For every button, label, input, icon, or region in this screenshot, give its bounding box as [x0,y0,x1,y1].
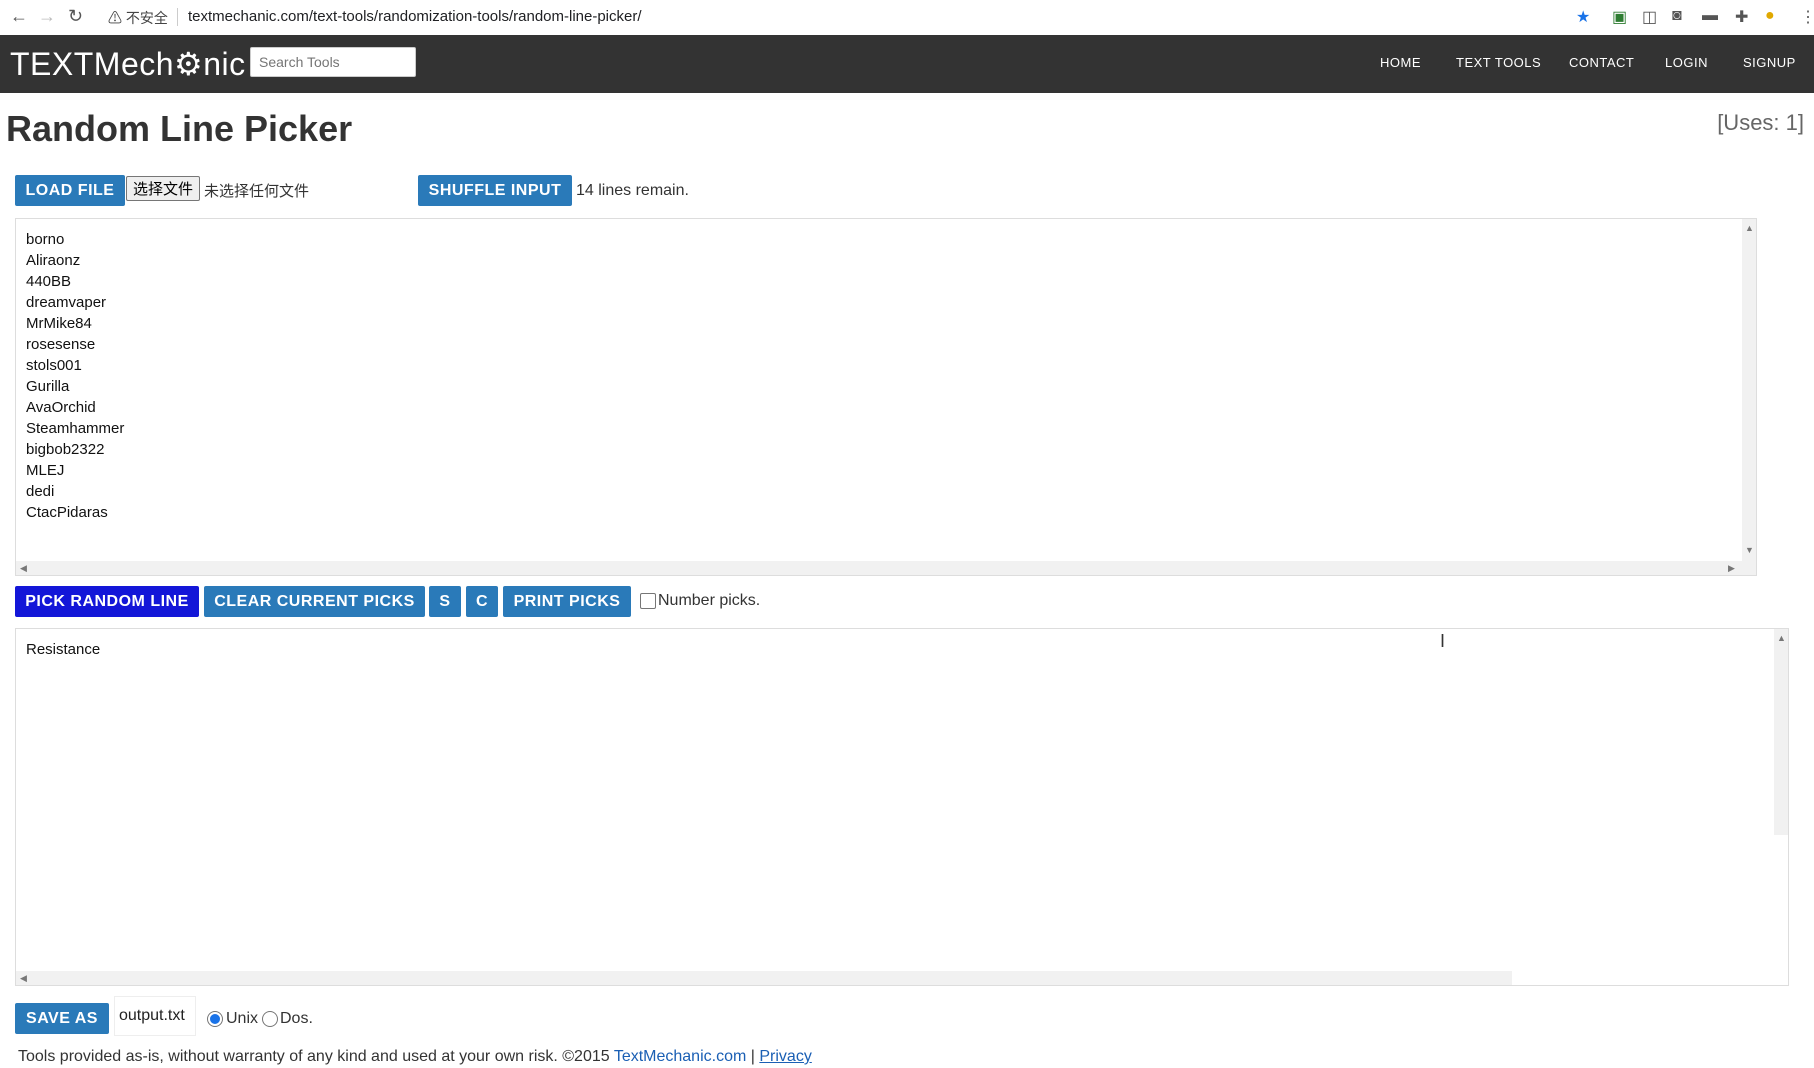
camera-icon[interactable]: ◫ [1642,7,1657,27]
footer-divider: | [746,1048,760,1065]
scroll-right-icon[interactable]: ▶ [1728,563,1735,574]
nav-text-tools[interactable]: TEXT TOOLS [1456,55,1541,70]
input-vertical-scrollbar[interactable]: ▲ ▼ [1742,219,1756,561]
uses-counter: [Uses: 1] [1717,110,1804,135]
unix-radio[interactable] [207,1011,223,1027]
scroll-down-icon[interactable]: ▼ [1745,545,1754,555]
text-line: Resistance [26,641,101,658]
address-bar[interactable]: textmechanic.com/text-tools/randomizatio… [188,8,642,25]
text-line: CtacPidaras [26,504,108,521]
bookmark-star-icon[interactable]: ★ [1576,7,1590,27]
extension-icon[interactable]: ▬ [1702,7,1718,25]
search-input[interactable] [250,47,416,77]
text-line: dreamvaper [26,294,107,311]
text-line: bigbob2322 [26,441,105,458]
privacy-link[interactable]: Privacy [759,1048,811,1065]
clear-current-picks-button[interactable]: CLEAR CURRENT PICKS [204,586,425,617]
site-logo[interactable]: TEXTMech⚙nic [10,45,246,83]
text-line: MLEJ [26,462,65,479]
footer: Tools provided as-is, without warranty o… [18,1048,812,1066]
nav-signup[interactable]: SIGNUP [1743,55,1796,70]
avatar-icon[interactable]: ● [1765,7,1775,25]
scroll-up-icon[interactable]: ▲ [1745,223,1754,233]
shuffle-input-button[interactable]: SHUFFLE INPUT [418,175,572,206]
output-horizontal-scrollbar[interactable]: ◀ [16,971,1512,985]
text-line: Aliraonz [26,252,81,269]
footer-disclaimer: Tools provided as-is, without warranty o… [18,1048,614,1065]
filename-input[interactable]: output.txt [114,996,196,1036]
scroll-left-icon[interactable]: ◀ [20,973,27,984]
output-vertical-scrollbar[interactable]: ▲ [1774,629,1788,835]
nav-login[interactable]: LOGIN [1665,55,1708,70]
scroll-left-icon[interactable]: ◀ [20,563,27,574]
text-line: 440BB [26,273,72,290]
choose-file-button[interactable]: 选择文件 [126,176,201,201]
load-file-button[interactable]: LOAD FILE [15,175,125,206]
pick-random-line-button[interactable]: PICK RANDOM LINE [15,586,199,617]
number-picks-label: Number picks. [658,592,761,609]
output-textarea[interactable]: Resistance ▲ ◀ I [15,628,1789,986]
text-line: rosesense [26,336,96,353]
input-lines: borno Aliraonz 440BB dreamvaper MrMike84 rose… [26,229,124,523]
menu-dots-icon[interactable]: ⋮ [1800,7,1814,27]
url-divider [177,8,178,26]
output-lines: Resistance [26,639,100,660]
lines-remaining: 14 lines remain. [576,182,689,199]
page-title: Random Line Picker [6,108,353,149]
security-warning[interactable]: ⚠ 不安全 [108,8,168,28]
input-horizontal-scrollbar[interactable]: ◀ ▶ [16,561,1756,575]
text-cursor-icon: I [1440,631,1446,651]
scroll-up-icon[interactable]: ▲ [1777,633,1786,643]
text-line: Gurilla [26,378,70,395]
nav-contact[interactable]: CONTACT [1569,55,1634,70]
s-button[interactable]: S [429,586,461,617]
number-picks-checkbox[interactable] [640,593,656,609]
unix-label: Unix [226,1010,259,1027]
reload-icon[interactable]: ↻ [68,6,83,27]
security-label: 不安全 [125,10,168,26]
text-line: AvaOrchid [26,399,96,416]
text-line: Steamhammer [26,420,125,437]
nav-home[interactable]: HOME [1380,55,1421,70]
no-file-label: 未选择任何文件 [204,182,310,200]
screenshot-icon[interactable]: ◙ [1672,7,1682,25]
input-textarea[interactable]: borno Aliraonz 440BB dreamvaper MrMike84 rose… [15,218,1757,576]
text-line: borno [26,231,65,248]
footer-site-link[interactable]: TextMechanic.com [614,1048,747,1065]
browser-toolbar: ← → ↻ ⚠ 不安全 textmechanic.com/text-tools/… [0,0,1814,36]
text-line: dedi [26,483,55,500]
text-line: stols001 [26,357,82,374]
extension-icon[interactable]: ▣ [1612,7,1627,27]
c-button[interactable]: C [466,586,498,617]
text-line: MrMike84 [26,315,92,332]
puzzle-icon[interactable]: ✚ [1735,7,1748,27]
print-picks-button[interactable]: PRINT PICKS [503,586,631,617]
dos-radio[interactable] [262,1011,278,1027]
forward-icon[interactable]: → [38,6,56,27]
dos-label: Dos. [280,1010,313,1027]
site-header: TEXTMech⚙nic HOME TEXT TOOLS CONTACT LOG… [0,35,1814,93]
back-icon[interactable]: ← [10,6,28,27]
save-as-button[interactable]: SAVE AS [15,1003,109,1034]
